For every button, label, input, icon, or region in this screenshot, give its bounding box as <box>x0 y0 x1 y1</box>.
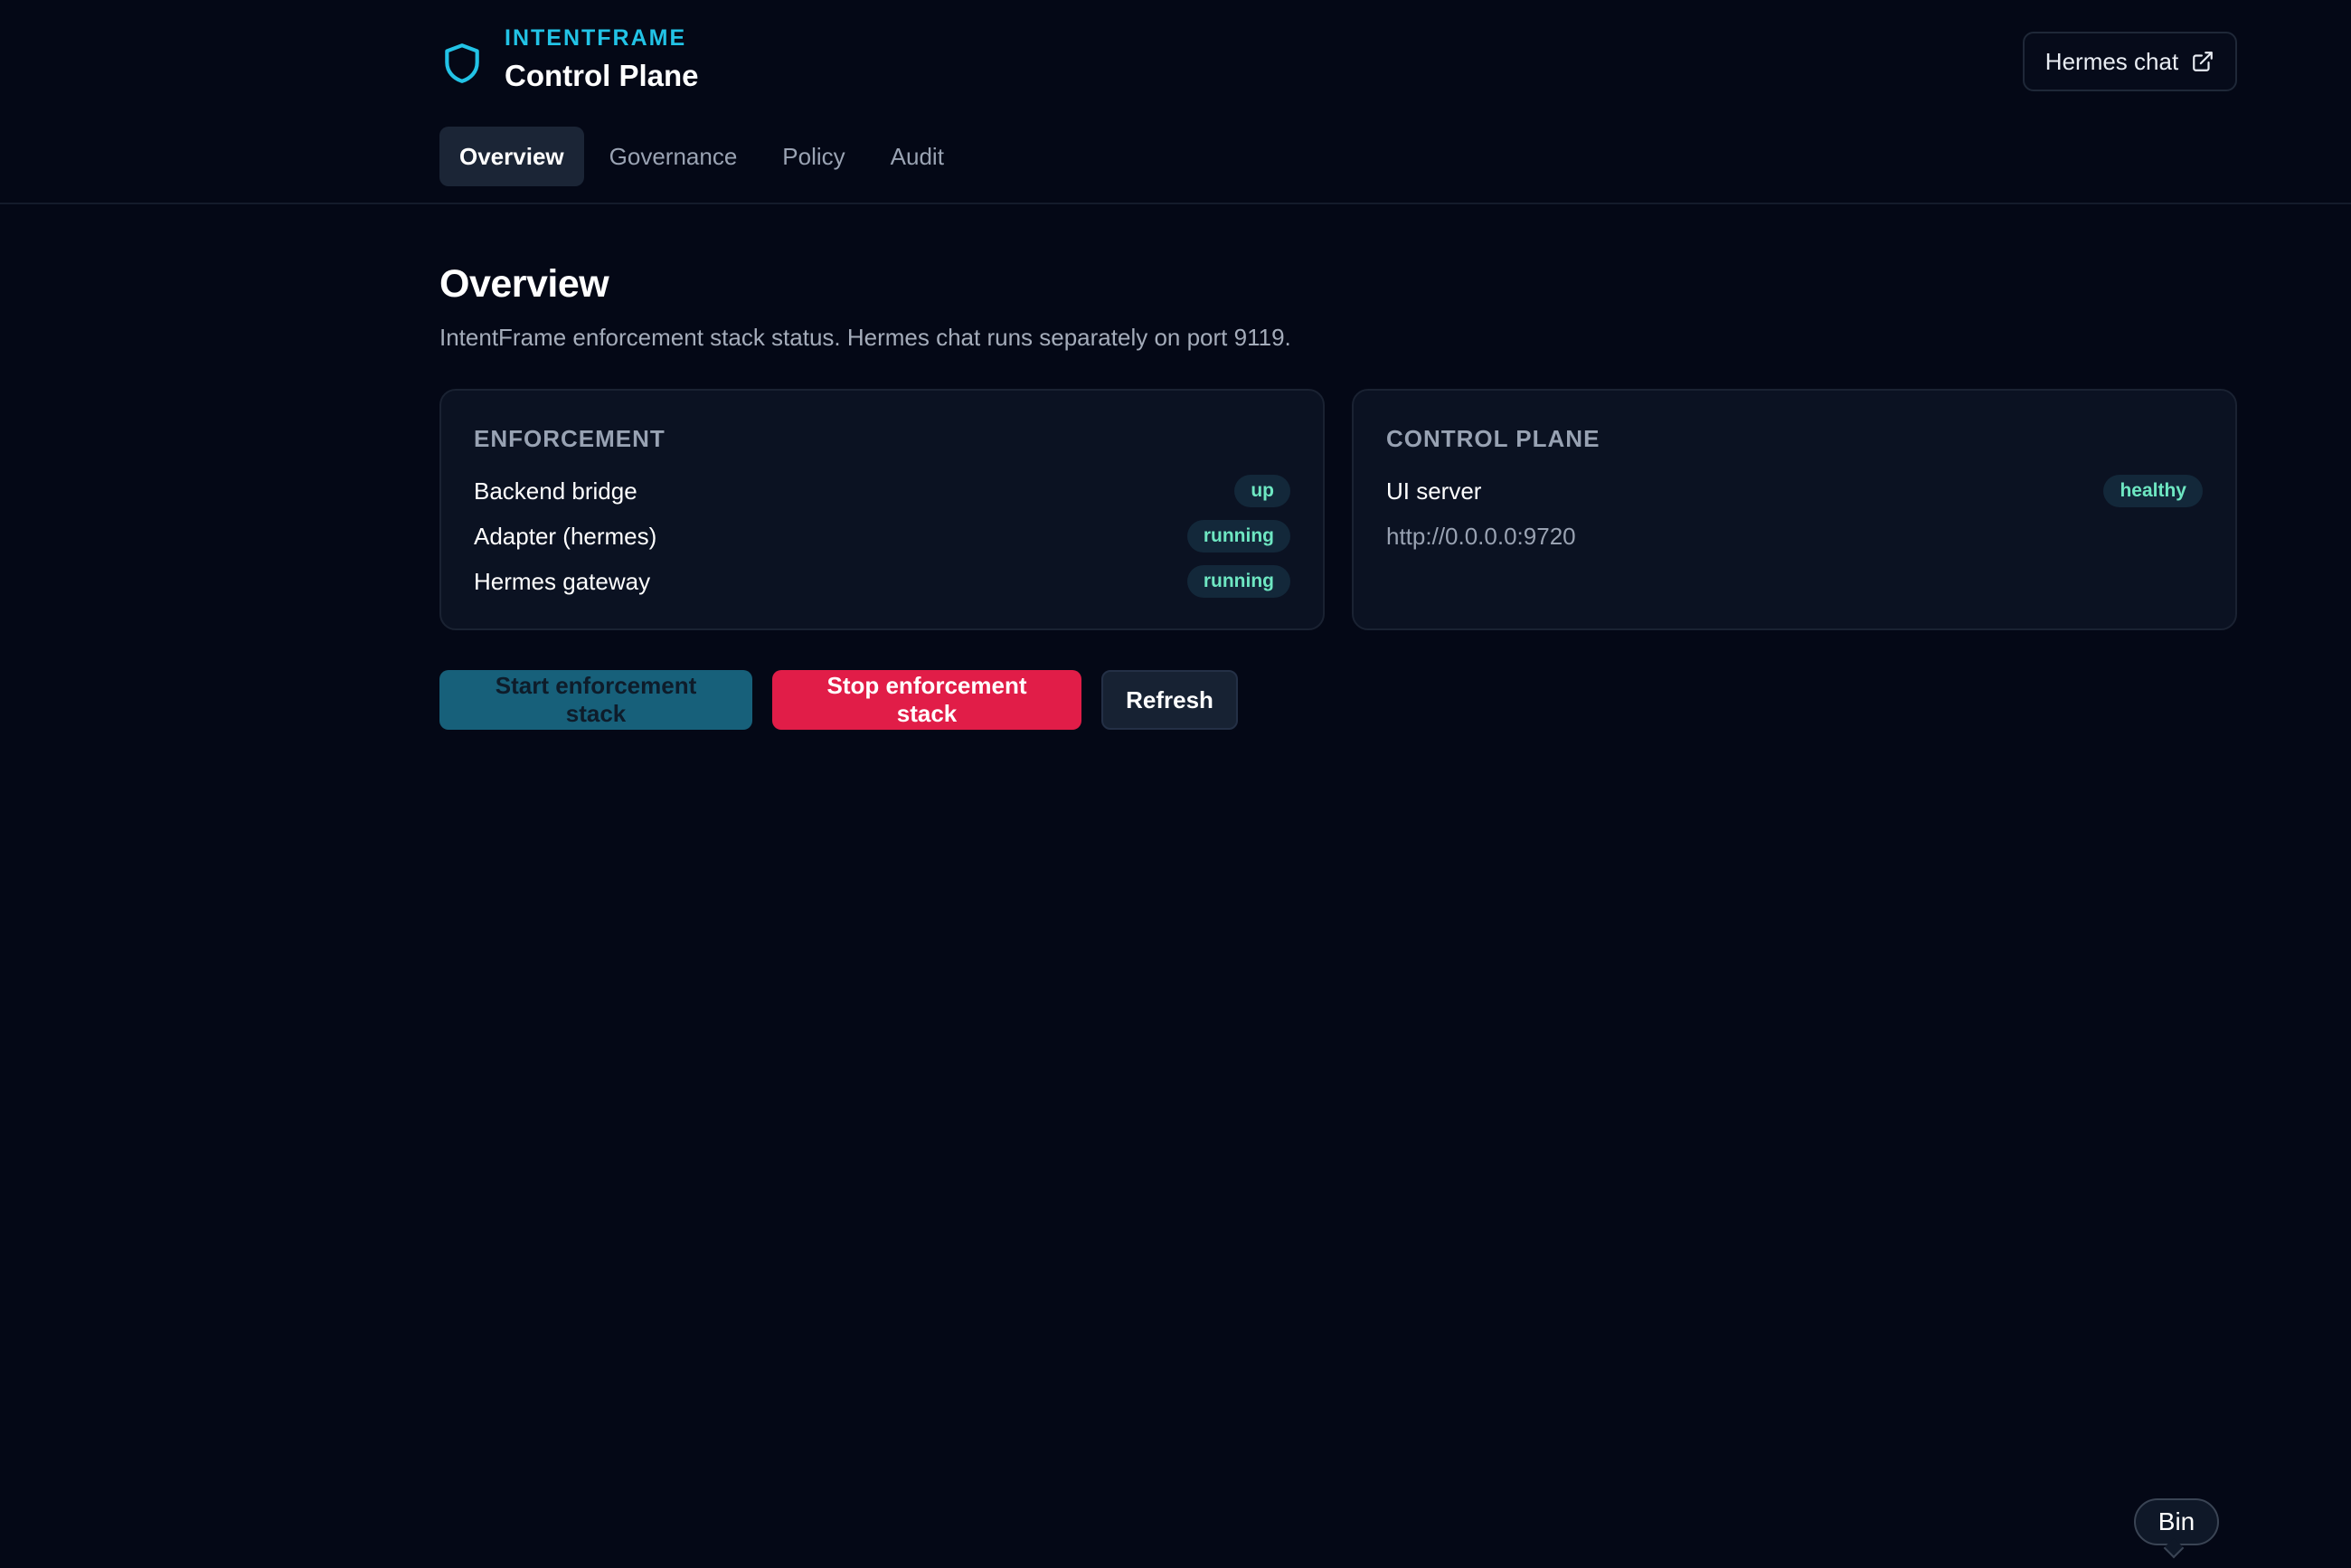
status-badge: running <box>1186 520 1290 553</box>
enforcement-card: ENFORCEMENT Backend bridge up Adapter (h… <box>439 389 1325 630</box>
row-label: Backend bridge <box>474 477 637 505</box>
status-row-ui-server: UI server healthy <box>1386 468 2203 514</box>
ui-server-url: http://0.0.0.0:9720 <box>1386 522 1576 550</box>
page-title: Overview <box>439 262 609 306</box>
row-label: Hermes gateway <box>474 567 651 595</box>
status-badge: healthy <box>2103 475 2203 507</box>
brand-kicker: INTENTFRAME <box>505 25 687 51</box>
main-nav: Overview Governance Policy Audit <box>439 127 969 186</box>
ui-server-url-row: http://0.0.0.0:9720 <box>1386 514 2203 559</box>
row-label: Adapter (hermes) <box>474 522 657 550</box>
status-badge: running <box>1186 565 1290 598</box>
row-label: UI server <box>1386 477 1482 505</box>
stop-enforcement-button[interactable]: Stop enforcement stack <box>772 670 1081 730</box>
status-row-hermes-gateway: Hermes gateway running <box>474 559 1290 604</box>
status-cards: ENFORCEMENT Backend bridge up Adapter (h… <box>439 389 2237 630</box>
brand-title: Control Plane <box>505 59 699 92</box>
control-plane-card: CONTROL PLANE UI server healthy http://0… <box>1352 389 2237 630</box>
brand-text: INTENTFRAME Control Plane <box>505 22 699 96</box>
tab-audit[interactable]: Audit <box>871 127 964 186</box>
status-row-adapter: Adapter (hermes) running <box>474 514 1290 559</box>
page-subtitle: IntentFrame enforcement stack status. He… <box>439 324 1291 351</box>
tab-governance[interactable]: Governance <box>590 127 758 186</box>
card-title: ENFORCEMENT <box>474 425 666 452</box>
status-badge: up <box>1234 475 1290 507</box>
action-bar: Start enforcement stack Stop enforcement… <box>439 670 1238 730</box>
status-row-backend-bridge: Backend bridge up <box>474 468 1290 514</box>
main-content: Overview IntentFrame enforcement stack s… <box>439 259 2237 730</box>
brand: INTENTFRAME Control Plane <box>439 22 699 96</box>
app-header: INTENTFRAME Control Plane Hermes chat Ov… <box>0 0 2351 204</box>
tab-policy[interactable]: Policy <box>762 127 864 186</box>
start-enforcement-button[interactable]: Start enforcement stack <box>439 670 752 730</box>
external-link-icon <box>2193 52 2214 71</box>
bin-bubble[interactable]: Bin <box>2134 1498 2219 1545</box>
hermes-chat-label: Hermes chat <box>2044 47 2179 75</box>
card-title: CONTROL PLANE <box>1386 425 1600 452</box>
shield-icon <box>445 43 479 83</box>
tab-overview[interactable]: Overview <box>439 127 584 186</box>
refresh-button[interactable]: Refresh <box>1101 670 1238 730</box>
hermes-chat-link[interactable]: Hermes chat <box>2023 32 2237 91</box>
